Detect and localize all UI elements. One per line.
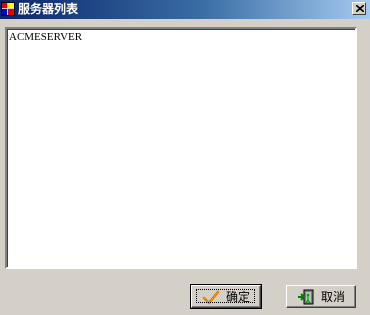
cancel-button-label: 取消 [320, 290, 345, 304]
window-title: 服务器列表 [18, 2, 79, 16]
server-list-dialog: 服务器列表 ACMESERVER 确定 取消 [0, 0, 370, 315]
app-icon [1, 2, 15, 16]
close-icon [356, 5, 364, 12]
checkmark-icon [202, 290, 220, 304]
close-button[interactable] [352, 2, 366, 15]
server-listbox[interactable]: ACMESERVER [5, 27, 357, 269]
ok-button[interactable]: 确定 [190, 284, 262, 309]
exit-door-icon [297, 289, 314, 304]
title-bar[interactable]: 服务器列表 [0, 0, 370, 19]
cancel-button[interactable]: 取消 [286, 285, 356, 308]
ok-button-label: 确定 [225, 290, 250, 304]
server-list-item[interactable]: ACMESERVER [7, 29, 355, 43]
